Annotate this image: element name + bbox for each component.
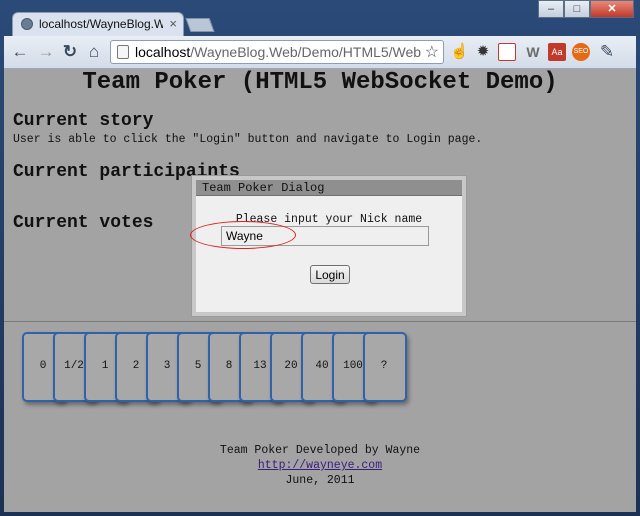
address-url[interactable]: localhost/WayneBlog.Web/Demo/HTML5/WebS [135,44,421,60]
back-arrow-icon[interactable]: ← [10,42,30,62]
globe-icon [21,18,33,30]
page-title: Team Poker (HTML5 WebSocket Demo) [82,69,558,96]
dictionary-extension-icon[interactable]: Aa [548,43,566,61]
footer-credit: Team Poker Developed by Wayne [219,444,421,457]
browser-tab[interactable]: localhost/WayneBlog.Web/ × [12,12,184,36]
browser-toolbar: ← → ↻ ⌂ localhost/WayneBlog.Web/Demo/HTM… [4,36,636,69]
calendar-extension-icon[interactable] [498,43,516,61]
address-host: localhost [135,44,191,60]
votes-heading: Current votes [13,213,154,233]
address-path: /WayneBlog.Web/Demo/HTML5/WebS [190,44,421,60]
wrench-icon[interactable]: ✎ [598,43,616,61]
maximize-icon[interactable]: □ [564,0,590,18]
window-close-icon[interactable]: ✕ [590,0,634,18]
hand-extension-icon[interactable]: ☝ [450,43,469,61]
page-content: Team Poker (HTML5 WebSocket Demo) Curren… [4,69,636,512]
minimize-icon[interactable]: – [538,0,564,18]
tab-title: localhost/WayneBlog.Web/ [39,17,163,31]
window-controls: – □ ✕ [538,0,634,20]
gear-extension-icon[interactable]: ✹ [474,43,492,61]
poker-card[interactable]: ? [363,332,407,402]
home-icon[interactable]: ⌂ [84,42,104,62]
card-value: ? [380,360,388,372]
dialog-prompt: Please input your Nick name [235,213,423,226]
login-dialog: Team Poker Dialog Please input your Nick… [190,176,466,316]
bookmark-star-icon[interactable]: ☆ [425,42,439,62]
browser-window: localhost/WayneBlog.Web/ × – □ ✕ ← → ↻ ⌂… [0,0,640,516]
forward-arrow-icon[interactable]: → [36,42,56,62]
footer-link-row: http://wayneye.com [4,459,636,472]
story-heading: Current story [13,111,154,131]
login-button[interactable]: Login [310,265,350,284]
page-icon [117,45,129,59]
close-tab-icon[interactable]: × [169,16,177,31]
footer-link[interactable]: http://wayneye.com [258,459,382,472]
new-tab-button[interactable] [185,18,215,32]
footer-date: June, 2011 [285,474,355,487]
story-text: User is able to click the "Login" button… [13,133,483,146]
nickname-input[interactable] [221,226,429,246]
seo-extension-icon[interactable]: SEO [572,43,590,61]
w-extension-icon[interactable]: W [524,43,542,61]
divider [4,321,636,322]
reload-icon[interactable]: ↻ [60,42,80,62]
dialog-title[interactable]: Team Poker Dialog [196,180,462,196]
address-bar[interactable]: localhost/WayneBlog.Web/Demo/HTML5/WebS … [110,40,444,64]
